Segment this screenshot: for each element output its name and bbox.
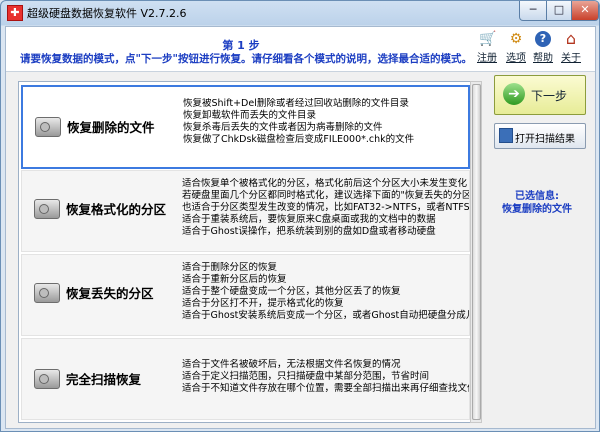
cart-icon: 🛒 <box>479 31 497 47</box>
selection-value: 恢复删除的文件 <box>502 204 572 215</box>
open-scan-results-label: 打开扫描结果 <box>515 134 575 145</box>
mode-list-scrollbar[interactable] <box>470 81 482 423</box>
help-label: 帮助 <box>533 53 553 64</box>
scrollbar-thumb[interactable] <box>472 84 481 420</box>
help-icon: ? <box>535 31 551 47</box>
mode-description: 适合于文件名被破坏后，无法根据文件名恢复的情况 适合于定义扫描范围，只扫描硬盘中… <box>182 359 469 394</box>
window-title: 超级硬盘数据恢复软件 V2.7.2.6 <box>27 7 187 20</box>
mode-recover-formatted[interactable]: 恢复格式化的分区 适合恢复单个被格式化的分区，格式化前后这个分区大小未发生变化 … <box>21 170 470 252</box>
selection-caption: 已选信息: <box>515 191 559 202</box>
instruction-text: 请要恢复数据的模式，点"下一步"按钮进行恢复。请仔细看各个模式的说明，选择最合适… <box>20 53 472 65</box>
mode-description: 恢复被Shift+Del删除或者经过回收站删除的文件目录 恢复卸载软件而丢失的文… <box>183 98 415 145</box>
open-scan-results-button[interactable]: 打开扫描结果 <box>494 123 586 149</box>
save-disk-icon <box>499 128 513 143</box>
hard-disk-icon <box>34 199 60 219</box>
hard-disk-icon <box>35 117 61 137</box>
register-label: 注册 <box>477 53 497 64</box>
mode-description: 适合于删除分区的恢复 适合于重新分区后的恢复 适合于整个硬盘变成一个分区，其他分… <box>182 262 469 321</box>
next-step-label: 下一步 <box>531 89 568 103</box>
close-button[interactable]: ✕ <box>571 1 599 21</box>
header: 第 1 步 请要恢复数据的模式，点"下一步"按钮进行恢复。请仔细看各个模式的说明… <box>6 27 595 72</box>
hard-disk-icon <box>34 369 60 389</box>
options-label: 选项 <box>506 53 526 64</box>
about-button[interactable]: ⌂ 关于 <box>559 29 583 65</box>
main-content: 第 1 步 请要恢复数据的模式，点"下一步"按钮进行恢复。请仔细看各个模式的说明… <box>5 26 596 429</box>
hard-disk-icon <box>34 283 60 303</box>
app-window: ✚ 超级硬盘数据恢复软件 V2.7.2.6 ─ □ ✕ 第 1 步 请要恢复数据… <box>0 0 600 432</box>
mode-recover-deleted[interactable]: 恢复删除的文件 恢复被Shift+Del删除或者经过回收站删除的文件目录 恢复卸… <box>21 85 470 169</box>
title-bar[interactable]: ✚ 超级硬盘数据恢复软件 V2.7.2.6 ─ □ ✕ <box>1 1 599 25</box>
app-icon: ✚ <box>7 5 23 21</box>
register-button[interactable]: 🛒 注册 <box>475 31 499 64</box>
about-label: 关于 <box>561 53 581 64</box>
options-button[interactable]: ⚙ 选项 <box>504 31 528 64</box>
mode-full-scan[interactable]: 完全扫描恢复 适合于文件名被破坏后，无法根据文件名恢复的情况 适合于定义扫描范围… <box>21 338 470 420</box>
mode-list: 恢复删除的文件 恢复被Shift+Del删除或者经过回收站删除的文件目录 恢复卸… <box>18 81 472 423</box>
minimize-button[interactable]: ─ <box>519 1 547 21</box>
selection-info: 已选信息: 恢复删除的文件 <box>482 190 592 216</box>
mode-title: 恢复删除的文件 <box>67 120 155 135</box>
help-button[interactable]: ? 帮助 <box>531 31 555 64</box>
mode-recover-lost-partition[interactable]: 恢复丢失的分区 适合于删除分区的恢复 适合于重新分区后的恢复 适合于整个硬盘变成… <box>21 254 470 336</box>
gear-icon: ⚙ <box>509 31 523 47</box>
mode-title: 恢复格式化的分区 <box>66 202 167 217</box>
mode-description: 适合恢复单个被格式化的分区，格式化前后这个分区大小未发生变化 若硬盘里面几个分区… <box>182 178 469 237</box>
home-icon: ⌂ <box>565 29 577 48</box>
maximize-button[interactable]: □ <box>546 1 572 21</box>
mode-title: 完全扫描恢复 <box>66 372 142 387</box>
next-arrow-icon: ➔ <box>503 83 525 105</box>
mode-title: 恢复丢失的分区 <box>66 286 154 301</box>
next-step-button[interactable]: ➔ 下一步 <box>494 75 586 115</box>
